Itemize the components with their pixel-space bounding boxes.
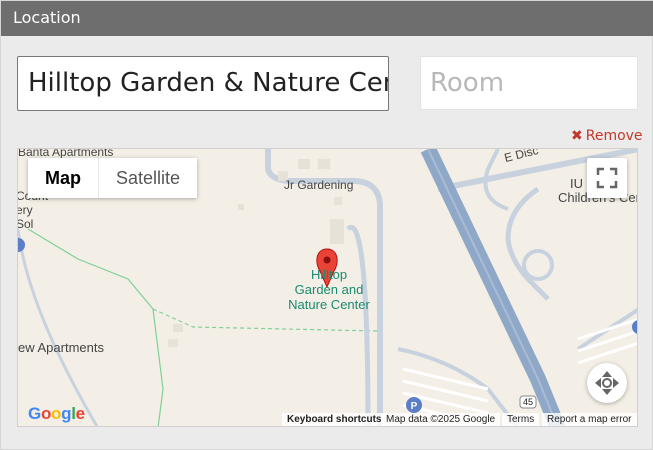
map-type-map-button[interactable]: Map [28,158,99,198]
section-title: Location [13,8,81,27]
camera-control-icon [595,371,619,395]
map-data-attribution: Map data ©2025 Google [381,413,501,426]
location-input[interactable]: Hilltop Garden & Nature Center [17,56,389,111]
google-logo[interactable]: Google [28,404,85,424]
location-panel: Location Hilltop Garden & Nature Center … [0,0,653,450]
trail-path-dashed [152,308,379,332]
map-label-sol: Sol [17,217,34,231]
map-label-jr-gardening: Jr Gardening [284,178,354,192]
terms-link[interactable]: Terms [502,413,540,426]
fullscreen-button[interactable] [587,158,627,198]
road [18,228,99,426]
keyboard-shortcuts-link[interactable]: Keyboard shortcuts [282,413,387,426]
close-icon: ✖ [571,128,583,144]
poi-label-line: Garden and [294,282,364,297]
poi-label-line: Hilltop [310,267,348,282]
road [346,224,371,426]
road [505,186,550,301]
room-input[interactable]: Room [420,56,638,110]
route-number: 45 [523,397,533,407]
map-label-ery: ery [17,203,33,217]
transit-marker [18,238,25,252]
room-input-placeholder: Room [430,68,505,98]
map-type-satellite-button[interactable]: Satellite [99,158,198,198]
report-map-error-link[interactable]: Report a map error [542,413,637,426]
location-input-value: Hilltop Garden & Nature Center [28,68,388,98]
map-label-new-apartments: ew Apartments [18,340,104,355]
poi-label[interactable]: Hilltop Garden and Nature Center [284,267,374,312]
camera-control-button[interactable] [587,363,627,403]
section-header: Location [1,1,653,36]
fullscreen-icon [596,167,618,189]
poi-label-line: Nature Center [288,297,370,312]
remove-link[interactable]: ✖ Remove [571,128,643,144]
map-type-control: Map Satellite [28,158,198,198]
map-view[interactable]: P 45 Banta Apartments Jr Gardening IU C … [17,148,638,427]
cul-de-sac [522,249,554,281]
remove-label: Remove [585,128,643,144]
parking-label: P [411,401,418,412]
